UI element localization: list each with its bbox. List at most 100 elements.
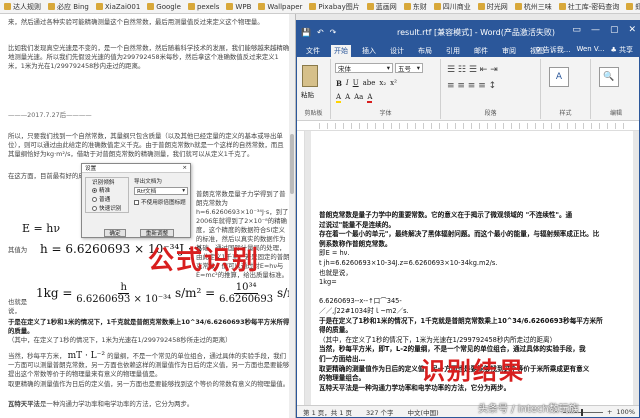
equation-fraction: h 6.6260693 × 10⁻³⁴	[76, 282, 171, 305]
styles-group: A 样式	[541, 59, 591, 119]
bookmark-favicon-icon	[95, 3, 103, 10]
clipboard-group: 粘贴 剪贴板	[297, 59, 331, 119]
bookmark-item[interactable]: 虾米	[626, 2, 640, 12]
bookmark-label: pexels	[196, 2, 220, 11]
ribbon-tab[interactable]: 插入	[359, 45, 379, 57]
ribbon-tab[interactable]: 开始	[331, 45, 351, 57]
format-button[interactable]: I	[346, 79, 349, 88]
ribbon-tab[interactable]: 设计	[387, 45, 407, 57]
bookmark-item[interactable]: 社工库-密码查询	[558, 2, 619, 12]
equation-kg-left: 1kg =	[36, 286, 73, 300]
color-buttons: A A Aa A	[336, 93, 373, 103]
fraction-denominator: 6.6260693 × 10⁻³⁴	[76, 294, 172, 305]
close-icon[interactable]: ×	[182, 165, 187, 171]
radio-label: 精准	[99, 188, 111, 194]
font-color-button[interactable]: A	[345, 93, 350, 103]
ribbon-tab[interactable]: 布局	[415, 45, 435, 57]
font-name-select[interactable]: 宋体 ▾	[335, 63, 393, 73]
scrollbar-thumb[interactable]	[290, 134, 294, 194]
bookmark-item[interactable]: Pixabay图片	[309, 2, 360, 12]
also-label: 也就是说，	[8, 298, 28, 315]
ribbon-tab[interactable]: 审阅	[499, 45, 519, 57]
user-account[interactable]: Wen V...	[576, 45, 604, 55]
ok-button[interactable]: 确定	[104, 229, 126, 237]
bookmark-label: 蓝画网	[375, 2, 397, 11]
font-size-select[interactable]: 五号 ▾	[395, 63, 423, 73]
bookmark-label: 四川商业	[442, 2, 471, 11]
format-button[interactable]: U	[353, 79, 359, 88]
bookmark-item[interactable]: 时光网	[477, 2, 508, 12]
radio-precise[interactable]: 精准	[92, 186, 110, 194]
bookmark-item[interactable]: pexels	[187, 2, 220, 11]
bookmark-item[interactable]: 必应 Bing	[48, 2, 89, 12]
paste-button-label[interactable]: 粘贴	[301, 89, 314, 99]
ribbon-display-icon[interactable]: ▭	[572, 25, 581, 35]
group-label: 段落	[484, 110, 497, 117]
font-color-button[interactable]: A	[367, 93, 373, 103]
group-label: 样式	[559, 110, 572, 117]
font-group: 宋体 ▾ 五号 ▾ B I Uabe x₂ x² A A Aa A 字体	[331, 59, 441, 119]
export-format-select[interactable]: Rtf文档 ▾	[134, 187, 188, 195]
chevron-down-icon: ▾	[386, 64, 390, 72]
ribbon-tab[interactable]: 引用	[443, 45, 463, 57]
bookmark-item[interactable]: Wallpaper	[258, 3, 302, 11]
radio-fast[interactable]: 快速识别	[92, 204, 121, 212]
maximize-icon[interactable]: ▢	[610, 25, 619, 35]
bookmark-favicon-icon	[433, 3, 441, 10]
select-value: Rtf文档	[137, 189, 157, 195]
equation-fraction: 10³⁴ 6.6260693	[219, 282, 273, 305]
horizontal-ruler	[297, 121, 639, 131]
group-label: 识别倾斜	[91, 178, 116, 186]
document-line: 6.6260693--x--↑口⌒345-	[319, 297, 402, 306]
bold-term: 瓦特天平法	[8, 400, 40, 408]
readjust-button[interactable]: 重新调整	[140, 229, 174, 237]
align-buttons[interactable]: ≡ ≡ ≡ ≡ ↕	[447, 81, 496, 91]
undo-icon[interactable]: ↶	[317, 28, 324, 37]
vertical-ruler	[297, 131, 305, 407]
clipboard-icon[interactable]	[302, 65, 318, 87]
save-icon[interactable]: 💾	[301, 28, 311, 37]
close-icon[interactable]: ✕	[628, 25, 636, 35]
format-button[interactable]: x²	[390, 79, 397, 88]
title-checkbox[interactable]: 不使用原倍图标题	[134, 198, 188, 206]
search-icon[interactable]: 🔍	[599, 67, 619, 87]
styles-icon[interactable]: A	[549, 67, 569, 87]
font-color-button[interactable]: Aa	[354, 93, 363, 103]
format-button[interactable]: abe	[363, 79, 376, 88]
status-words: 327 个字	[366, 408, 394, 417]
document-line: 过说过"能量不是连续的。	[319, 220, 395, 229]
bookmark-item[interactable]: WPB	[226, 3, 251, 11]
bookmark-item[interactable]: 东财	[403, 2, 427, 12]
bookmark-item[interactable]: Google	[147, 3, 181, 11]
article-paragraph: 取更精确的测量值作为日后的定义值，另一方面也是要能够找到这个等价的常数有意义的物…	[8, 380, 290, 388]
radio-dot-icon	[92, 187, 97, 193]
document-line: t jh=6.6260693×10-34J.z=6.6260693×10-34k…	[319, 259, 498, 267]
list-buttons[interactable]: ☰ ☷ ☰ ⇤ ⇥	[447, 65, 498, 75]
format-button[interactable]: x₂	[379, 79, 386, 88]
bookmark-item[interactable]: XiaZai001	[95, 3, 140, 11]
dialog-titlebar: 设置 ×	[82, 164, 190, 173]
bookmark-item[interactable]: 杭州三味	[514, 2, 552, 12]
bookmark-favicon-icon	[403, 3, 411, 10]
ribbon-tab[interactable]: 文件	[303, 45, 323, 57]
redo-icon[interactable]: ↷	[330, 28, 337, 37]
zoom-in-icon[interactable]: +	[607, 408, 612, 416]
article-paragraph: 比如我们发现真空光速是不变的，是一个自然常数，然后随着科学技术的发展，我们能够越…	[8, 44, 290, 70]
bookmark-item[interactable]: 四川商业	[433, 2, 471, 12]
status-language: 中文(中国)	[407, 408, 439, 417]
bookmark-label: 虾米	[635, 2, 640, 12]
overlay-formula-recognition: 公式识别	[148, 246, 261, 276]
document-page[interactable]: 识别结果 普朗克常数是量子力学中的重要常数。它的意义在于揭示了微观领域的 "不连…	[311, 131, 633, 407]
bookmark-label: Google	[156, 2, 181, 11]
bookmark-item[interactable]: 达人规则	[4, 2, 41, 12]
minimize-icon[interactable]: —	[591, 25, 600, 35]
word-window: 💾 ↶ ↷ result.rtf [兼容模式] - Word(产品激活失败) ▭…	[296, 20, 640, 418]
format-button[interactable]: B	[336, 79, 342, 88]
share-button[interactable]: ♣ 共享	[610, 45, 633, 55]
tell-me-search[interactable]: ♀ 告诉我...	[535, 45, 570, 55]
radio-normal[interactable]: 普通	[92, 195, 110, 203]
page-scrollbar[interactable]	[289, 14, 295, 418]
bookmark-item[interactable]: 蓝画网	[366, 2, 397, 12]
font-color-button[interactable]: A	[336, 93, 342, 103]
ribbon-tab[interactable]: 邮件	[471, 45, 491, 57]
